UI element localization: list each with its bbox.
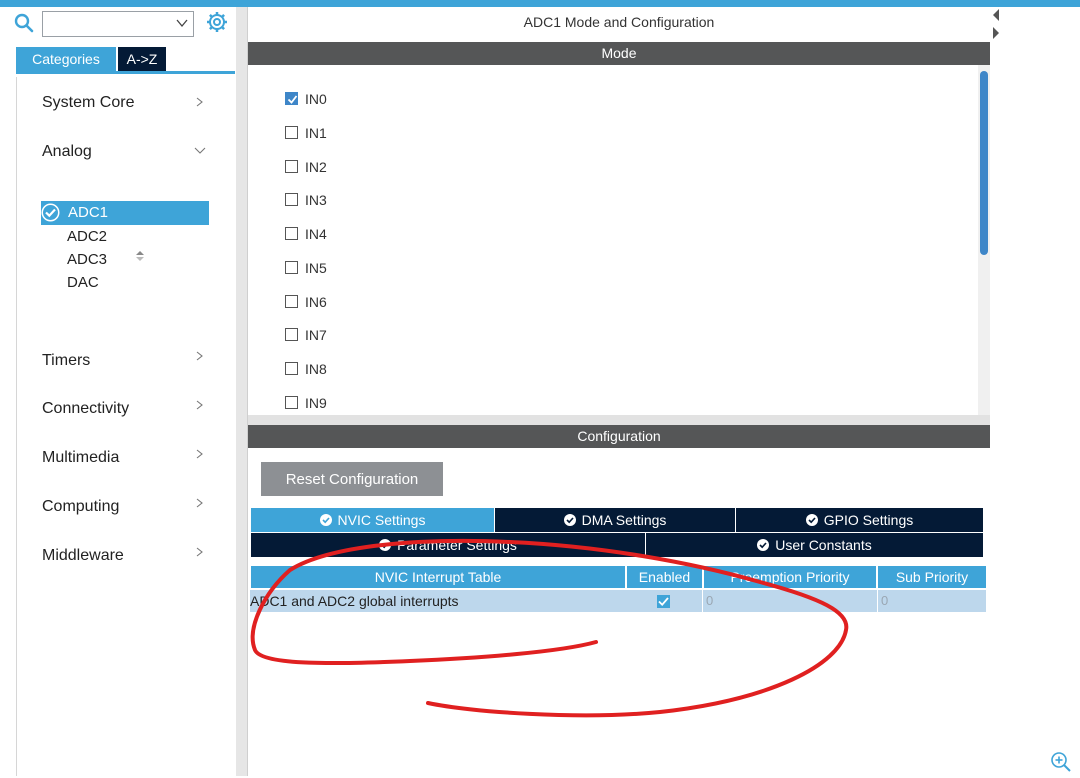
column-header-enabled[interactable]: Enabled (627, 566, 702, 588)
left-panel: Categories A->Z System Core Analog ADC1 … (0, 7, 236, 776)
page-title: ADC1 Mode and Configuration (523, 14, 715, 30)
scrollbar-thumb[interactable] (980, 71, 988, 255)
panel-splitter[interactable] (236, 7, 248, 776)
mode-item-label: IN2 (305, 159, 327, 175)
chevron-down-icon[interactable] (175, 16, 189, 30)
mode-item-label: IN0 (305, 91, 327, 107)
tab-gpio-settings[interactable]: GPIO Settings (736, 508, 983, 532)
chevron-right-icon[interactable] (194, 498, 204, 508)
category-middleware[interactable]: Middleware (42, 547, 124, 565)
tab-user-constants[interactable]: User Constants (646, 533, 983, 557)
column-header-interrupt[interactable]: NVIC Interrupt Table (251, 566, 625, 588)
tab-underline (16, 71, 235, 74)
category-timers[interactable]: Timers (42, 352, 90, 370)
check-circle-icon (319, 514, 332, 526)
mode-header: Mode (248, 42, 990, 65)
category-computing[interactable]: Computing (42, 498, 119, 516)
category-system-core[interactable]: System Core (42, 94, 134, 112)
category-list: System Core Analog ADC1 ADC2 ADC3 DAC Ti… (16, 77, 236, 776)
column-header-preemption[interactable]: Preemption Priority (704, 566, 876, 588)
checkbox[interactable] (285, 396, 298, 409)
mode-item-label: IN8 (305, 361, 327, 377)
check-circle-icon (563, 514, 576, 526)
configuration-header: Configuration (248, 425, 990, 448)
tab-a-to-z[interactable]: A->Z (118, 47, 166, 71)
chevron-right-icon[interactable] (194, 97, 204, 107)
tab-nvic-settings[interactable]: NVIC Settings (251, 508, 494, 532)
checkbox[interactable] (285, 295, 298, 308)
category-analog[interactable]: Analog (42, 143, 92, 161)
search-field[interactable] (42, 11, 194, 37)
reset-configuration-button[interactable]: Reset Configuration (261, 462, 443, 496)
gear-icon[interactable] (205, 10, 229, 34)
checkbox[interactable] (285, 227, 298, 240)
tab-categories[interactable]: Categories (16, 47, 116, 71)
section-splitter[interactable] (248, 415, 990, 425)
mode-item-label: IN7 (305, 327, 327, 343)
mode-scrollbar[interactable] (978, 65, 990, 415)
chevron-right-icon[interactable] (194, 547, 204, 557)
checkbox[interactable] (285, 362, 298, 375)
checkbox[interactable] (285, 193, 298, 206)
checkbox[interactable] (285, 261, 298, 274)
sub-priority-value[interactable]: 0 (881, 590, 888, 612)
checkbox[interactable] (285, 160, 298, 173)
table-row[interactable]: ADC1 and ADC2 global interrupts 0 0 (250, 590, 986, 612)
check-circle-icon (379, 539, 392, 551)
preemption-priority-value[interactable]: 0 (706, 590, 713, 612)
analog-item-label: ADC1 (68, 204, 109, 221)
mode-item-label: IN9 (305, 395, 327, 411)
collapse-handle[interactable] (990, 7, 1002, 41)
search-icon[interactable] (13, 12, 35, 34)
mode-item-label: IN6 (305, 294, 327, 310)
main-panel: ADC1 Mode and Configuration Mode IN0 IN1… (248, 7, 990, 776)
check-circle-icon (805, 514, 818, 526)
mode-item-label: IN5 (305, 260, 327, 276)
chevron-down-icon[interactable] (194, 145, 206, 155)
analog-item-adc2[interactable]: ADC2 (67, 228, 107, 245)
analog-item-adc3[interactable]: ADC3 (67, 251, 107, 268)
mode-list: IN0 IN1 IN2 IN3 IN4 IN5 IN6 IN7 IN8 IN9 (248, 65, 990, 415)
zoom-in-icon[interactable] (1050, 751, 1072, 773)
tab-label: DMA Settings (581, 512, 667, 528)
column-header-sub-priority[interactable]: Sub Priority (878, 566, 986, 588)
chevron-right-icon[interactable] (194, 449, 204, 459)
tab-dma-settings[interactable]: DMA Settings (495, 508, 735, 532)
checkbox[interactable] (285, 328, 298, 341)
tab-label: User Constants (775, 537, 872, 553)
interrupt-name: ADC1 and ADC2 global interrupts (250, 593, 459, 609)
chevron-right-icon[interactable] (194, 351, 204, 361)
chevron-right-icon[interactable] (194, 400, 204, 410)
checkbox[interactable] (285, 126, 298, 139)
enabled-checkbox[interactable] (657, 595, 670, 608)
cell-divider (877, 590, 878, 612)
tab-label: Parameter Settings (397, 537, 517, 553)
category-multimedia[interactable]: Multimedia (42, 449, 119, 467)
tab-label: NVIC Settings (337, 512, 426, 528)
search-input[interactable] (46, 13, 170, 37)
analog-item-dac[interactable]: DAC (67, 274, 99, 291)
analog-item-adc1[interactable]: ADC1 (41, 201, 209, 225)
sort-icon[interactable] (135, 249, 145, 261)
mode-item-label: IN4 (305, 226, 327, 242)
tab-parameter-settings[interactable]: Parameter Settings (251, 533, 645, 557)
check-circle-icon (757, 539, 770, 551)
mode-item-label: IN3 (305, 192, 327, 208)
category-connectivity[interactable]: Connectivity (42, 400, 129, 418)
top-accent-bar (0, 0, 1080, 7)
tab-label: GPIO Settings (823, 512, 914, 528)
cell-divider (702, 590, 703, 612)
checkbox-checked[interactable] (285, 92, 298, 105)
mode-item-label: IN1 (305, 125, 327, 141)
check-circle-icon (41, 203, 60, 222)
